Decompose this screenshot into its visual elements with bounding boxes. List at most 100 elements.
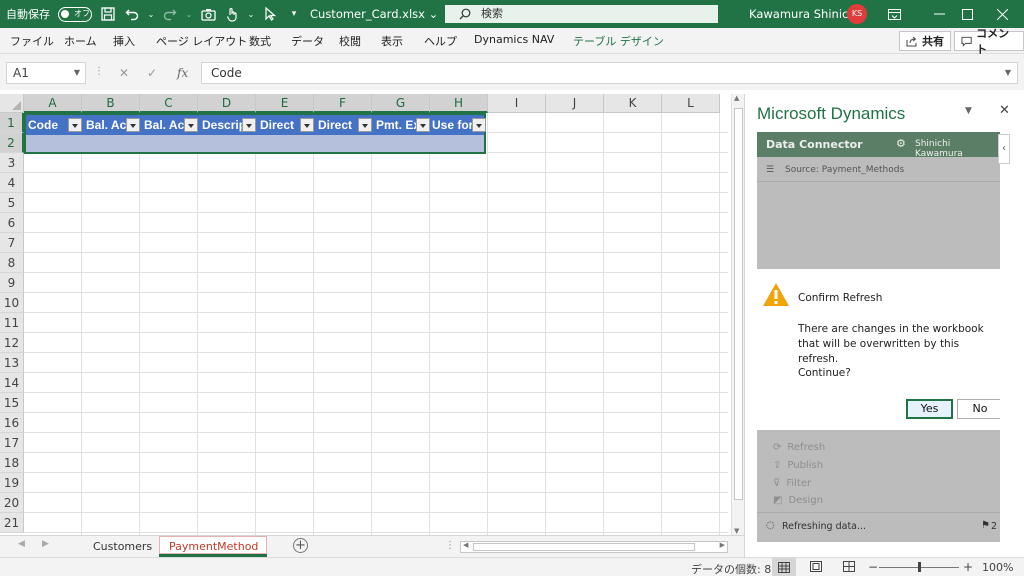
touch-dropdown-icon[interactable]: ⌄ <box>248 6 255 22</box>
row-header[interactable]: 2 <box>0 133 24 153</box>
maximize-icon[interactable] <box>957 4 977 24</box>
page-layout-view-icon[interactable] <box>810 561 822 575</box>
scroll-left-icon[interactable]: ◀ <box>463 541 468 549</box>
row-header[interactable]: 17 <box>0 433 24 453</box>
enter-icon[interactable]: ✓ <box>147 66 157 80</box>
row-header[interactable]: 13 <box>0 353 24 373</box>
tab-view[interactable]: 表示 <box>381 33 403 49</box>
table-header-cell[interactable]: Direct <box>316 115 374 135</box>
scroll-up-icon[interactable]: ▲ <box>734 94 739 102</box>
page-break-view-icon[interactable] <box>843 561 855 575</box>
next-sheet-icon[interactable]: ▶ <box>42 539 49 549</box>
row-header[interactable]: 5 <box>0 193 24 213</box>
tab-split-handle-icon[interactable]: ⋮ <box>445 540 455 551</box>
prev-sheet-icon[interactable]: ◀ <box>18 539 25 549</box>
tab-file[interactable]: ファイル <box>10 33 54 49</box>
close-pane-icon[interactable]: ✕ <box>999 103 1010 118</box>
cancel-icon[interactable]: ✕ <box>119 66 129 80</box>
filter-dropdown-icon[interactable] <box>416 118 430 132</box>
worksheet-grid[interactable]: ABCDEFGHIJKL 1 2 3 4 5 6 7 8 9 10 11 12 13 14 15 16 17 18… <box>0 94 728 535</box>
minimize-icon[interactable] <box>929 4 949 24</box>
column-header[interactable]: C <box>140 94 198 113</box>
column-header[interactable]: J <box>546 94 604 113</box>
scroll-down-icon[interactable]: ▼ <box>734 527 739 535</box>
share-button[interactable]: 共有 <box>899 31 951 51</box>
yes-button[interactable]: Yes <box>906 399 953 419</box>
no-button[interactable]: No <box>957 399 1000 419</box>
column-header[interactable]: L <box>662 94 720 113</box>
column-header[interactable]: F <box>314 94 372 113</box>
table-header-cell[interactable]: Code <box>26 115 84 135</box>
tab-home[interactable]: ホーム <box>64 33 97 49</box>
table-header-cell[interactable]: Bal. Ac <box>142 115 200 135</box>
tab-review[interactable]: 校閲 <box>339 33 361 49</box>
flag-icon[interactable]: ⚑ <box>981 520 990 531</box>
resize-handle-icon[interactable]: ⋮ <box>94 66 104 77</box>
row-header[interactable]: 14 <box>0 373 24 393</box>
zoom-slider-thumb[interactable] <box>918 562 921 572</box>
horizontal-scrollbar[interactable]: ◀ ▶ <box>460 541 728 553</box>
cell-area[interactable] <box>24 113 728 535</box>
filter-dropdown-icon[interactable] <box>300 118 314 132</box>
account-name[interactable]: Kawamura Shinichi <box>749 7 859 21</box>
ribbon-display-options-icon[interactable] <box>884 4 904 24</box>
search-box[interactable]: 検索 <box>445 5 718 23</box>
select-cursor-icon[interactable] <box>262 6 278 22</box>
save-icon[interactable] <box>100 6 116 22</box>
row-header[interactable]: 16 <box>0 413 24 433</box>
table-header-cell[interactable]: Bal. Ac <box>84 115 142 135</box>
row-header[interactable]: 12 <box>0 333 24 353</box>
pane-options-icon[interactable]: ▼ <box>965 106 972 116</box>
zoom-level[interactable]: 100% <box>982 561 1013 574</box>
select-all-button[interactable] <box>0 94 24 113</box>
filter-dropdown-icon[interactable] <box>126 118 140 132</box>
row-header[interactable]: 21 <box>0 513 24 533</box>
comments-button[interactable]: コメント <box>954 27 1024 56</box>
name-box[interactable]: A1 ▼ <box>6 62 86 84</box>
filter-dropdown-icon[interactable] <box>358 118 372 132</box>
zoom-in-icon[interactable]: + <box>963 560 973 574</box>
vertical-scrollbar[interactable]: ▲ ▼ <box>731 94 744 535</box>
filter-dropdown-icon[interactable] <box>472 118 486 132</box>
column-header[interactable]: E <box>256 94 314 113</box>
normal-view-icon[interactable] <box>772 558 796 576</box>
column-header[interactable]: H <box>430 94 488 113</box>
customize-qat-icon[interactable]: ▾ <box>286 6 302 22</box>
table-header-cell[interactable]: Direct <box>258 115 316 135</box>
filter-dropdown-icon[interactable] <box>242 118 256 132</box>
row-header[interactable]: 10 <box>0 293 24 313</box>
redo-dropdown-icon[interactable]: ⌄ <box>186 6 193 22</box>
chevron-down-icon[interactable]: ▼ <box>74 63 80 83</box>
column-header[interactable]: I <box>488 94 546 113</box>
tab-formulas[interactable]: 数式 <box>249 33 271 49</box>
tab-data[interactable]: データ <box>291 33 324 49</box>
table-header-cell[interactable]: Descrip <box>200 115 258 135</box>
column-header[interactable]: G <box>372 94 430 113</box>
row-header[interactable]: 15 <box>0 393 24 413</box>
horizontal-scroll-thumb[interactable] <box>473 543 695 551</box>
column-header[interactable]: K <box>604 94 662 113</box>
table-row[interactable] <box>26 135 484 152</box>
formula-input[interactable]: Code ▼ <box>201 62 1018 84</box>
row-header[interactable]: 6 <box>0 213 24 233</box>
row-header[interactable]: 20 <box>0 493 24 513</box>
avatar[interactable]: KS <box>847 4 867 24</box>
tab-page-layout[interactable]: ページ レイアウト <box>156 33 247 49</box>
close-window-icon[interactable] <box>992 4 1012 24</box>
tab-insert[interactable]: 挿入 <box>113 33 135 49</box>
table-header-cell[interactable]: Pmt. Ex <box>374 115 432 135</box>
row-header[interactable]: 4 <box>0 173 24 193</box>
autosave-toggle[interactable]: オフ <box>58 6 92 22</box>
sheet-tab-paymentmethod[interactable]: PaymentMethod <box>159 536 267 557</box>
row-header[interactable]: 8 <box>0 253 24 273</box>
insert-function-icon[interactable]: fx <box>177 66 188 80</box>
sheet-tab-customers[interactable]: Customers <box>83 536 162 557</box>
undo-icon[interactable] <box>124 6 140 22</box>
zoom-out-icon[interactable]: − <box>868 560 878 574</box>
row-header[interactable]: 19 <box>0 473 24 493</box>
row-header[interactable]: 11 <box>0 313 24 333</box>
collapse-pane-icon[interactable]: ‹ <box>998 134 1010 164</box>
row-header[interactable]: 9 <box>0 273 24 293</box>
row-header[interactable]: 7 <box>0 233 24 253</box>
touch-mode-icon[interactable] <box>224 6 240 22</box>
